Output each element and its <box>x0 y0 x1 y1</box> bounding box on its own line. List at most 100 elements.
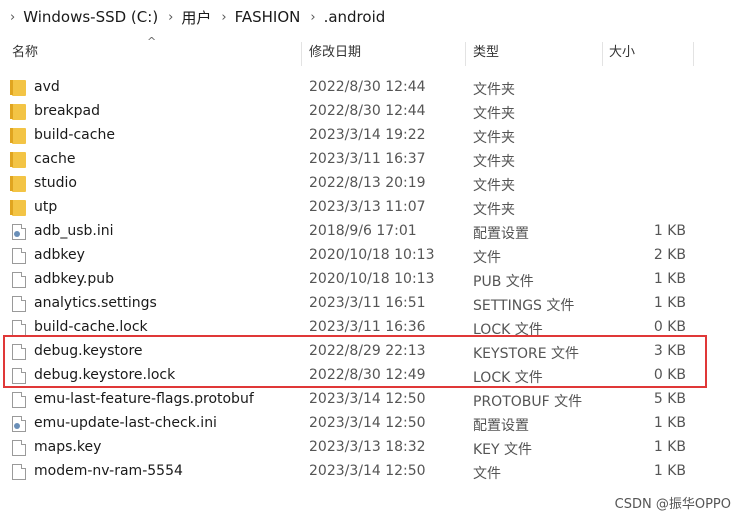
file-type: 文件 <box>473 250 501 266</box>
file-modified-date: 2023/3/14 12:50 <box>309 463 426 479</box>
file-type: 文件夹 <box>473 178 515 194</box>
file-icon <box>12 272 26 288</box>
file-row[interactable]: adbkey 2020/10/18 10:13 文件 2 KB <box>0 244 745 268</box>
file-name: studio <box>34 175 77 191</box>
file-icon <box>12 392 26 408</box>
file-name: emu-update-last-check.ini <box>34 415 217 431</box>
file-row[interactable]: modem-nv-ram-5554 2023/3/14 12:50 文件 1 KB <box>0 460 745 484</box>
column-divider[interactable] <box>301 42 302 66</box>
file-name: utp <box>34 199 58 215</box>
file-modified-date: 2023/3/13 18:32 <box>309 439 426 455</box>
chevron-right-icon[interactable]: › <box>310 10 315 25</box>
watermark: CSDN @振华OPPO <box>614 497 731 512</box>
file-type: 文件夹 <box>473 82 515 98</box>
file-type: 配置设置 <box>473 418 529 434</box>
column-modified-header[interactable]: 修改日期 <box>309 38 361 68</box>
column-divider[interactable] <box>602 42 603 66</box>
breadcrumb-users[interactable]: 用户 <box>181 7 211 28</box>
sort-ascending-icon: ^ <box>147 35 157 48</box>
file-modified-date: 2023/3/11 16:51 <box>309 295 426 311</box>
file-size: 1 KB <box>653 271 686 287</box>
column-size-header[interactable]: 大小 <box>609 38 635 68</box>
file-name: adbkey.pub <box>34 271 114 287</box>
file-row[interactable]: cache 2023/3/11 16:37 文件夹 <box>0 148 745 172</box>
file-type: KEY 文件 <box>473 442 533 458</box>
highlight-annotation <box>3 335 707 388</box>
chevron-right-icon[interactable]: › <box>10 10 15 25</box>
folder-icon <box>10 152 26 168</box>
column-divider[interactable] <box>465 42 466 66</box>
file-type: SETTINGS 文件 <box>473 298 575 314</box>
file-name: analytics.settings <box>34 295 157 311</box>
folder-icon <box>10 128 26 144</box>
settings-file-icon <box>12 224 26 240</box>
settings-file-icon <box>12 416 26 432</box>
file-row[interactable]: studio 2022/8/13 20:19 文件夹 <box>0 172 745 196</box>
file-type: 配置设置 <box>473 226 529 242</box>
file-name: modem-nv-ram-5554 <box>34 463 183 479</box>
breadcrumb-user-folder[interactable]: FASHION <box>235 8 301 26</box>
file-type: 文件夹 <box>473 106 515 122</box>
file-row[interactable]: emu-update-last-check.ini 2023/3/14 12:50… <box>0 412 745 436</box>
file-size: 1 KB <box>653 295 686 311</box>
file-modified-date: 2020/10/18 10:13 <box>309 271 435 287</box>
file-icon <box>12 248 26 264</box>
breadcrumb-current-folder[interactable]: .android <box>324 8 386 26</box>
file-icon <box>12 296 26 312</box>
file-size: 2 KB <box>653 247 686 263</box>
folder-icon <box>10 200 26 216</box>
file-type: 文件 <box>473 466 501 482</box>
file-modified-date: 2023/3/11 16:37 <box>309 151 426 167</box>
file-modified-date: 2018/9/6 17:01 <box>309 223 417 239</box>
file-row[interactable]: avd 2022/8/30 12:44 文件夹 <box>0 76 745 100</box>
file-modified-date: 2020/10/18 10:13 <box>309 247 435 263</box>
file-name: breakpad <box>34 103 100 119</box>
folder-icon <box>10 80 26 96</box>
file-name: maps.key <box>34 439 102 455</box>
file-row[interactable]: adbkey.pub 2020/10/18 10:13 PUB 文件 1 KB <box>0 268 745 292</box>
file-icon <box>12 320 26 336</box>
breadcrumb-drive[interactable]: Windows-SSD (C:) <box>23 8 158 26</box>
file-modified-date: 2022/8/13 20:19 <box>309 175 426 191</box>
file-name: build-cache <box>34 127 115 143</box>
file-type: 文件夹 <box>473 202 515 218</box>
file-modified-date: 2023/3/13 11:07 <box>309 199 426 215</box>
chevron-right-icon[interactable]: › <box>221 10 226 25</box>
chevron-right-icon[interactable]: › <box>168 10 173 25</box>
file-row[interactable]: build-cache 2023/3/14 19:22 文件夹 <box>0 124 745 148</box>
file-size: 1 KB <box>653 439 686 455</box>
file-name: emu-last-feature-flags.protobuf <box>34 391 254 407</box>
column-divider[interactable] <box>693 42 694 66</box>
file-list: avd 2022/8/30 12:44 文件夹 breakpad 2022/8/30 1… <box>0 76 745 484</box>
file-name: cache <box>34 151 76 167</box>
file-modified-date: 2022/8/30 12:44 <box>309 79 426 95</box>
file-name: adb_usb.ini <box>34 223 114 239</box>
file-icon <box>12 464 26 480</box>
file-modified-date: 2023/3/14 12:50 <box>309 415 426 431</box>
file-size: 5 KB <box>653 391 686 407</box>
file-size: 1 KB <box>653 463 686 479</box>
file-row[interactable]: adb_usb.ini 2018/9/6 17:01 配置设置 1 KB <box>0 220 745 244</box>
column-header: ^ 名称 修改日期 类型 大小 <box>0 35 745 68</box>
file-type: 文件夹 <box>473 130 515 146</box>
file-row[interactable]: emu-last-feature-flags.protobuf 2023/3/14… <box>0 388 745 412</box>
column-type-header[interactable]: 类型 <box>473 38 499 68</box>
file-size: 1 KB <box>653 223 686 239</box>
file-name: adbkey <box>34 247 85 263</box>
file-name: build-cache.lock <box>34 319 148 335</box>
file-modified-date: 2023/3/14 19:22 <box>309 127 426 143</box>
file-size: 1 KB <box>653 415 686 431</box>
column-name-header[interactable]: 名称 <box>12 38 38 68</box>
file-size: 0 KB <box>653 319 686 335</box>
file-type: PROTOBUF 文件 <box>473 394 583 410</box>
file-name: avd <box>34 79 60 95</box>
file-type: 文件夹 <box>473 154 515 170</box>
file-modified-date: 2023/3/14 12:50 <box>309 391 426 407</box>
file-row[interactable]: breakpad 2022/8/30 12:44 文件夹 <box>0 100 745 124</box>
file-row[interactable]: analytics.settings 2023/3/11 16:51 SETTING… <box>0 292 745 316</box>
file-icon <box>12 440 26 456</box>
address-breadcrumb: › Windows-SSD (C:) › 用户 › FASHION › .and… <box>0 0 745 34</box>
file-modified-date: 2022/8/30 12:44 <box>309 103 426 119</box>
file-row[interactable]: utp 2023/3/13 11:07 文件夹 <box>0 196 745 220</box>
file-row[interactable]: maps.key 2023/3/13 18:32 KEY 文件 1 KB <box>0 436 745 460</box>
